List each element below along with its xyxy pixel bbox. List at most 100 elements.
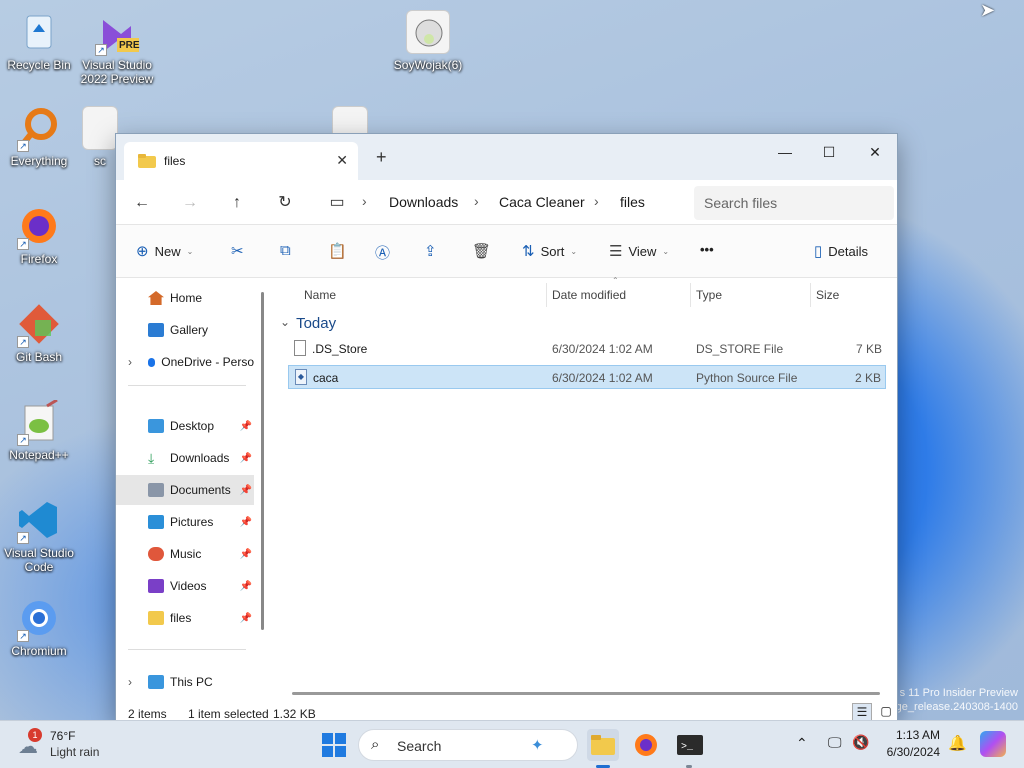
show-hidden-icons-button[interactable]: ⌃ xyxy=(796,735,808,752)
cut-button[interactable]: ✂ xyxy=(231,242,244,260)
desktop-icon-firefox[interactable]: ↗ Firefox xyxy=(1,204,77,266)
more-options-button[interactable]: ••• xyxy=(700,242,714,257)
chromium-icon: ↗ xyxy=(17,596,61,642)
paste-button[interactable]: 📋 xyxy=(328,242,347,260)
network-icon[interactable]: 🖵 xyxy=(828,734,842,751)
file-row-selected[interactable]: ◆ caca 6/30/2024 1:02 AM Python Source F… xyxy=(288,365,886,389)
start-button[interactable] xyxy=(318,729,350,761)
pin-icon[interactable]: 📌 xyxy=(240,421,252,432)
taskbar-firefox[interactable] xyxy=(630,729,662,761)
pin-icon[interactable]: 📌 xyxy=(240,453,252,464)
desktop-icon-everything[interactable]: ↗ Everything xyxy=(1,106,77,168)
this-pc-icon[interactable]: ▭ xyxy=(325,191,349,215)
view-button[interactable]: ☰ View ⌄ xyxy=(609,242,669,260)
rename-button[interactable]: Ⓐ xyxy=(375,242,390,263)
sort-button[interactable]: ⇅ Sort ⌄ xyxy=(522,242,577,260)
chevron-right-icon[interactable]: › xyxy=(128,355,132,369)
column-header-size[interactable]: Size xyxy=(816,288,839,302)
desktop-icon-git-bash[interactable]: ↗ Git Bash xyxy=(1,302,77,364)
share-button[interactable]: ⇪ xyxy=(424,242,437,260)
file-size: 7 KB xyxy=(855,342,882,356)
file-row[interactable]: .DS_Store 6/30/2024 1:02 AM DS_STORE Fil… xyxy=(288,337,886,361)
desktop-icon-chromium[interactable]: ↗ Chromium xyxy=(1,596,77,658)
copy-button[interactable]: ⧉ xyxy=(280,242,291,259)
close-button[interactable]: ✕ xyxy=(852,138,898,166)
desktop-icon-soywojak[interactable]: SoyWojak(6) xyxy=(390,10,466,72)
details-view-toggle[interactable]: ☰ xyxy=(852,703,872,721)
minimize-button[interactable]: — xyxy=(762,138,808,166)
search-input[interactable]: Search files xyxy=(694,186,894,220)
pin-icon[interactable]: 📌 xyxy=(240,613,252,624)
pin-icon[interactable]: 📌 xyxy=(240,485,252,496)
clock[interactable]: 1:13 AM 6/30/2024 xyxy=(878,728,940,759)
column-header-name[interactable]: Name xyxy=(304,288,336,302)
new-button[interactable]: ⊕ New ⌄ xyxy=(136,242,193,260)
chevron-right-icon[interactable]: › xyxy=(128,675,132,689)
shortcut-arrow-icon: ↗ xyxy=(17,238,29,250)
sidebar-item-onedrive[interactable]: › OneDrive - Perso xyxy=(116,347,254,377)
pin-icon[interactable]: 📌 xyxy=(240,517,252,528)
maximize-button[interactable]: ☐ xyxy=(806,138,852,166)
volume-icon[interactable]: 🔇 xyxy=(852,734,869,751)
breadcrumb-separator-icon: › xyxy=(362,193,367,209)
desktop-icon-vscode[interactable]: ↗ Visual Studio Code xyxy=(1,498,77,574)
back-button[interactable]: ← xyxy=(130,191,154,215)
new-tab-button[interactable]: + xyxy=(376,147,387,168)
sidebar-item-downloads[interactable]: ⤓ Downloads 📌 xyxy=(116,443,254,473)
navigation-scrollbar[interactable] xyxy=(261,292,264,630)
refresh-button[interactable]: ↻ xyxy=(273,191,297,215)
paste-icon: 📋 xyxy=(328,243,347,260)
breadcrumb-separator-icon: › xyxy=(594,193,599,209)
column-header-date[interactable]: Date modified xyxy=(552,288,626,302)
shortcut-arrow-icon: ↗ xyxy=(95,44,107,56)
taskbar-terminal[interactable]: >_ xyxy=(674,729,706,761)
sidebar-item-desktop[interactable]: Desktop 📌 xyxy=(116,411,254,441)
column-header-type[interactable]: Type xyxy=(696,288,722,302)
sidebar-item-this-pc[interactable]: › This PC xyxy=(116,667,254,697)
pin-icon[interactable]: 📌 xyxy=(240,549,252,560)
column-divider[interactable] xyxy=(546,283,547,307)
desktop-icon-sc[interactable]: sc xyxy=(80,106,120,168)
taskbar-file-explorer[interactable] xyxy=(587,729,619,761)
git-bash-icon: ↗ xyxy=(17,302,61,348)
desktop-icon-notepadpp[interactable]: ↗ Notepad++ xyxy=(1,398,77,462)
file-date: 6/30/2024 1:02 AM xyxy=(552,342,653,356)
weather-widget[interactable]: ☁ 1 76°F Light rain xyxy=(16,728,126,762)
sidebar-item-pictures[interactable]: Pictures 📌 xyxy=(116,507,254,537)
videos-icon xyxy=(148,579,164,593)
copy-icon: ⧉ xyxy=(280,242,291,259)
pin-icon[interactable]: 📌 xyxy=(240,581,252,592)
close-tab-icon[interactable]: ✕ xyxy=(336,152,348,169)
taskbar-search[interactable]: ⌕ Search ✦ xyxy=(358,729,578,761)
column-divider[interactable] xyxy=(690,283,691,307)
horizontal-scrollbar[interactable] xyxy=(292,692,880,695)
shortcut-arrow-icon: ↗ xyxy=(17,532,29,544)
file-icon xyxy=(294,340,306,356)
column-divider[interactable] xyxy=(810,283,811,307)
breadcrumb-files[interactable]: files xyxy=(620,194,645,210)
desktop-icon-recycle-bin[interactable]: Recycle Bin xyxy=(1,10,77,72)
delete-button[interactable]: 🗑 xyxy=(472,242,491,260)
sidebar-item-gallery[interactable]: Gallery xyxy=(116,315,254,345)
up-button[interactable]: ↑ xyxy=(225,191,249,215)
sidebar-item-videos[interactable]: Videos 📌 xyxy=(116,571,254,601)
sidebar-item-documents[interactable]: Documents 📌 xyxy=(116,475,254,505)
sidebar-item-home[interactable]: Home xyxy=(116,283,254,313)
breadcrumb-downloads[interactable]: Downloads xyxy=(389,194,458,210)
sidebar-item-files[interactable]: files 📌 xyxy=(116,603,254,633)
tiles-view-toggle[interactable]: ▢ xyxy=(876,703,896,721)
file-name: .DS_Store xyxy=(312,342,368,356)
status-size: 1.32 KB xyxy=(273,707,316,721)
weather-temperature: 76°F xyxy=(50,729,76,743)
breadcrumb-caca-cleaner[interactable]: Caca Cleaner xyxy=(499,194,585,210)
forward-button[interactable]: → xyxy=(178,191,202,215)
file-name: caca xyxy=(313,371,339,385)
copilot-icon[interactable] xyxy=(980,731,1006,757)
notification-bell-icon[interactable]: 🔔 xyxy=(948,734,967,752)
desktop-icon-visual-studio[interactable]: PRE ↗ Visual Studio 2022 Preview xyxy=(79,10,155,86)
file-size: 2 KB xyxy=(854,371,881,385)
tab-files[interactable]: files ✕ xyxy=(124,142,358,180)
group-header-today[interactable]: ⌄ Today xyxy=(280,315,336,332)
sidebar-item-music[interactable]: Music 📌 xyxy=(116,539,254,569)
details-button[interactable]: ▯ Details xyxy=(814,242,868,260)
